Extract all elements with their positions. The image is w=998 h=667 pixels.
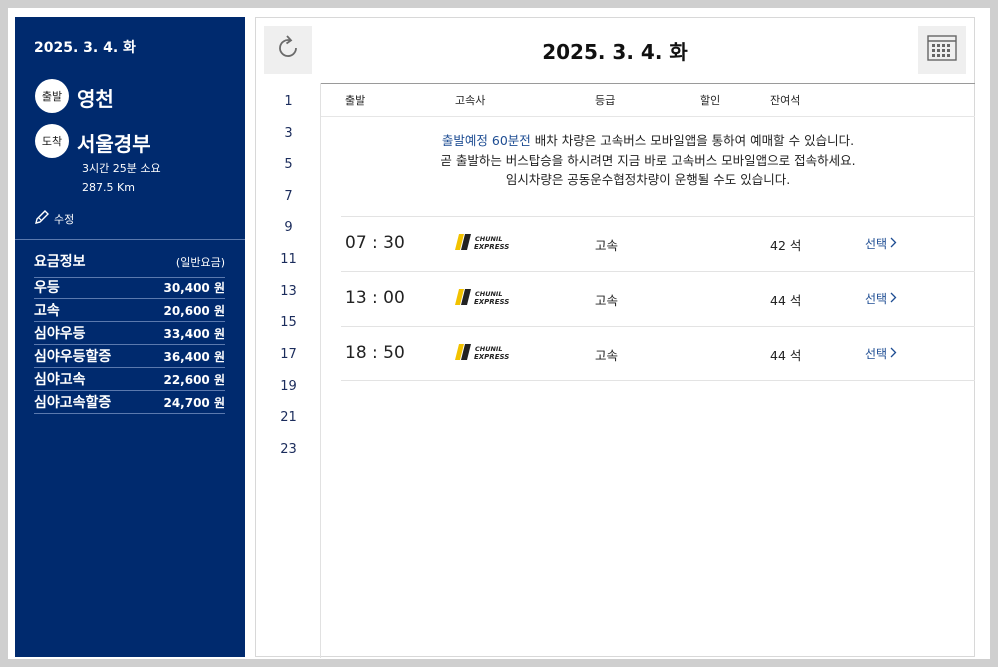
chunil-express-logo: CHUNIL EXPRESS xyxy=(455,343,515,365)
fare-row: 고속 20,600 원 xyxy=(34,299,225,322)
notice-line-3: 임시차량은 공동운수협정차량이 운행될 수도 있습니다. xyxy=(505,172,791,187)
chevron-right-icon xyxy=(890,347,897,361)
hour-item-5[interactable]: 5 xyxy=(256,157,321,172)
bus-grade: 고속 xyxy=(595,348,619,363)
hour-item-21[interactable]: 21 xyxy=(256,410,321,425)
schedule-panel: 2025. 3. 4. 화 1 3 5 7 9 11 13 15 17 19 2… xyxy=(255,17,975,658)
table-header: 출발 고속사 등급 할인 잔여석 xyxy=(345,92,975,110)
fare-price: 33,400 원 xyxy=(163,326,225,341)
fare-name: 우등 xyxy=(34,280,60,296)
hour-item-15[interactable]: 15 xyxy=(256,315,321,330)
select-label: 선택 xyxy=(865,292,888,306)
hour-item-7[interactable]: 7 xyxy=(256,189,321,204)
fare-price: 30,400 원 xyxy=(163,280,225,295)
logo-line-2: EXPRESS xyxy=(474,353,509,361)
select-label: 선택 xyxy=(865,347,888,361)
chunil-express-logo: CHUNIL EXPRESS xyxy=(455,288,515,310)
calendar-icon xyxy=(927,35,957,65)
page-title: 2025. 3. 4. 화 xyxy=(542,40,688,64)
arrival-terminal: 서울경부 xyxy=(77,132,151,156)
fare-row: 우등 30,400 원 xyxy=(34,276,225,299)
col-company: 고속사 xyxy=(455,94,486,107)
schedule-row: 07 : 30 CHUNIL EXPRESS 고속 42 석 선택 xyxy=(341,216,975,271)
fare-row: 심야고속 22,600 원 xyxy=(34,368,225,391)
col-discount: 할인 xyxy=(700,94,721,107)
header-divider xyxy=(320,83,975,84)
departure-time: 18 : 50 xyxy=(345,343,405,363)
fare-header: 요금정보 (일반요금) xyxy=(34,251,225,278)
col-seats: 잔여석 xyxy=(770,94,801,107)
hour-item-23[interactable]: 23 xyxy=(256,442,321,457)
fare-price: 22,600 원 xyxy=(163,372,225,387)
hour-item-19[interactable]: 19 xyxy=(256,379,321,394)
fare-list: 우등 30,400 원 고속 20,600 원 심야우등 33,400 원 심야… xyxy=(34,276,225,414)
fare-row: 심야우등할증 36,400 원 xyxy=(34,345,225,368)
logo-line-2: EXPRESS xyxy=(474,298,509,306)
notice-highlight: 출발예정 60분전 xyxy=(441,133,531,148)
fare-name: 고속 xyxy=(34,303,60,319)
hour-item-13[interactable]: 13 xyxy=(256,284,321,299)
fare-row: 심야고속할증 24,700 원 xyxy=(34,391,225,414)
chunil-express-logo: CHUNIL EXPRESS xyxy=(455,233,515,255)
hour-item-11[interactable]: 11 xyxy=(256,252,321,267)
fare-row: 심야우등 33,400 원 xyxy=(34,322,225,345)
schedule-list: 07 : 30 CHUNIL EXPRESS 고속 42 석 선택 13 : 0… xyxy=(341,216,975,381)
fare-name: 심야우등할증 xyxy=(34,349,112,365)
schedule-row: 13 : 00 CHUNIL EXPRESS 고속 44 석 선택 xyxy=(341,271,975,326)
trip-duration: 3시간 25분 소요 xyxy=(82,162,161,175)
calendar-button[interactable] xyxy=(918,26,966,74)
fare-price: 24,700 원 xyxy=(163,395,225,410)
select-button[interactable]: 선택 xyxy=(865,235,897,252)
fare-name: 심야고속 xyxy=(34,372,86,388)
col-grade: 등급 xyxy=(595,94,616,107)
chevron-right-icon xyxy=(890,292,897,306)
logo-line-1: CHUNIL xyxy=(475,290,503,298)
fare-subtitle: (일반요금) xyxy=(175,256,225,269)
hour-item-1[interactable]: 1 xyxy=(256,94,321,109)
fare-title: 요금정보 xyxy=(34,254,86,270)
select-button[interactable]: 선택 xyxy=(865,345,897,362)
refresh-button[interactable] xyxy=(264,26,312,74)
sidebar-divider xyxy=(15,239,245,240)
trip-distance: 287.5 Km xyxy=(82,181,135,194)
hour-item-9[interactable]: 9 xyxy=(256,220,321,235)
schedule-row: 18 : 50 CHUNIL EXPRESS 고속 44 석 선택 xyxy=(341,326,975,381)
remaining-seats: 42 석 xyxy=(770,238,802,253)
chevron-right-icon xyxy=(890,237,897,251)
table-header-divider xyxy=(321,116,975,117)
hour-filter: 1 3 5 7 9 11 13 15 17 19 21 23 xyxy=(256,83,321,658)
sidebar-date: 2025. 3. 4. 화 xyxy=(34,40,136,56)
arrival-badge: 도착 xyxy=(35,124,69,158)
logo-line-1: CHUNIL xyxy=(475,235,503,243)
select-button[interactable]: 선택 xyxy=(865,290,897,307)
notice-line-2: 곧 출발하는 버스탑승을 하시려면 지금 바로 고속버스 모바일앱으로 접속하세… xyxy=(440,152,856,168)
refresh-icon xyxy=(274,34,302,66)
fare-price: 36,400 원 xyxy=(163,349,225,364)
bus-grade: 고속 xyxy=(595,293,619,308)
fare-price: 20,600 원 xyxy=(163,303,225,318)
hour-item-3[interactable]: 3 xyxy=(256,126,321,141)
col-departure: 출발 xyxy=(345,94,366,107)
departure-terminal: 영천 xyxy=(77,87,114,111)
remaining-seats: 44 석 xyxy=(770,348,802,363)
select-label: 선택 xyxy=(865,237,888,251)
departure-time: 13 : 00 xyxy=(345,288,405,308)
notice-text: 출발예정 60분전 배차 차량은 고속버스 모바일앱을 통하여 예매할 수 있습… xyxy=(321,131,975,190)
notice-line-1: 배차 차량은 고속버스 모바일앱을 통하여 예매할 수 있습니다. xyxy=(530,133,855,148)
departure-badge: 출발 xyxy=(35,79,69,113)
fare-name: 심야우등 xyxy=(34,326,86,342)
pencil-icon xyxy=(34,209,50,228)
hour-item-17[interactable]: 17 xyxy=(256,347,321,362)
fare-name: 심야고속할증 xyxy=(34,395,112,411)
bus-grade: 고속 xyxy=(595,238,619,253)
logo-line-1: CHUNIL xyxy=(475,345,503,353)
departure-time: 07 : 30 xyxy=(345,233,405,253)
edit-button[interactable]: 수정 xyxy=(34,209,74,228)
edit-label: 수정 xyxy=(54,212,75,226)
remaining-seats: 44 석 xyxy=(770,293,802,308)
route-sidebar: 2025. 3. 4. 화 출발 도착 영천 서울경부 3시간 25분 소요 2… xyxy=(15,17,245,657)
logo-line-2: EXPRESS xyxy=(474,243,509,251)
